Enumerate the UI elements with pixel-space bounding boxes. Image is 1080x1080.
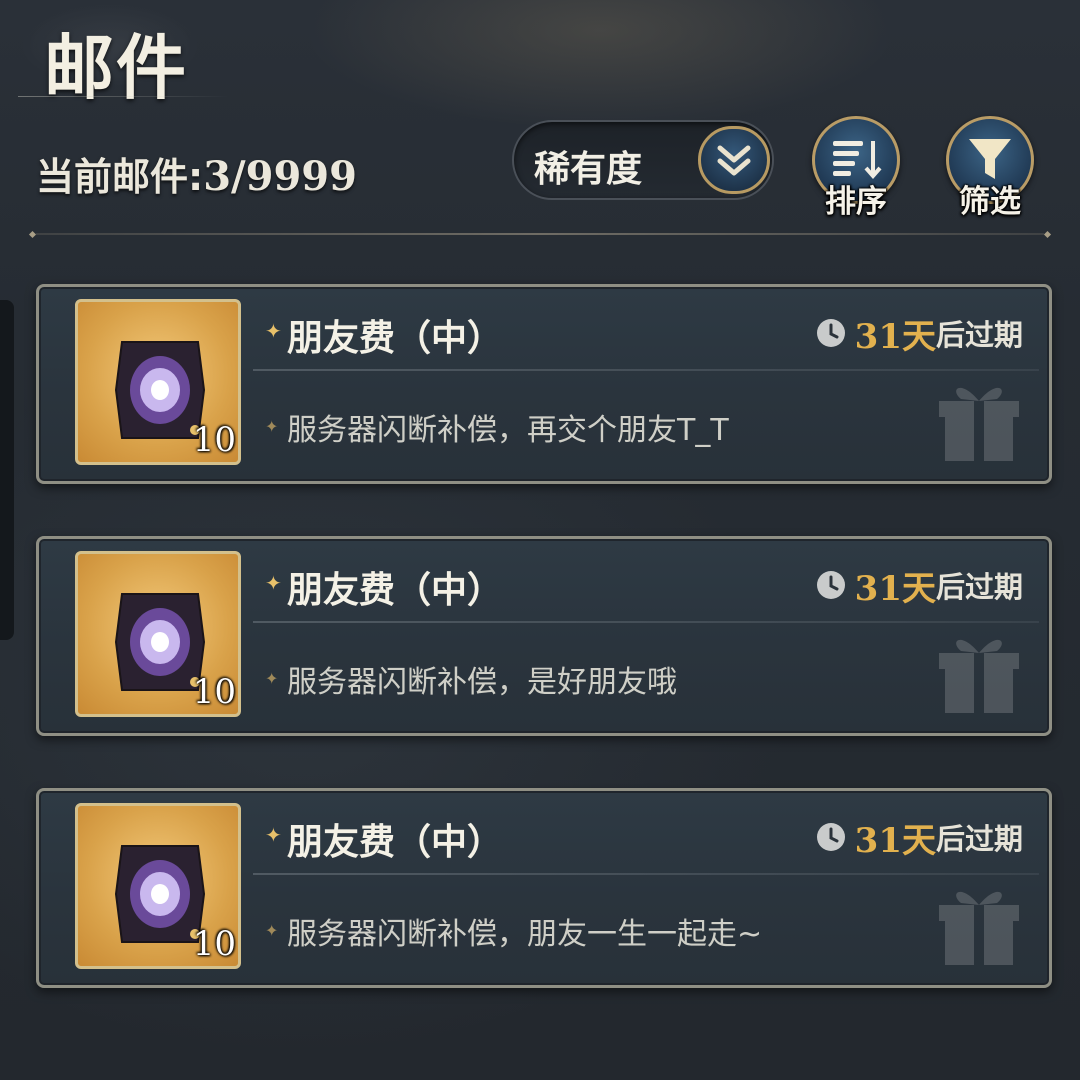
mail-item[interactable]: 10 ✦ 朋友费（中） 31天 后过期 ✦ 服务器闪断补偿，再交个朋友T_T: [36, 284, 1052, 484]
item-thumbnail: 10: [75, 803, 241, 969]
side-panel-edge: [0, 300, 14, 640]
mail-count: 当前邮件:3/9999: [36, 146, 357, 201]
expiry-info: 31天 后过期: [815, 565, 1023, 609]
filter-button-label: 筛选: [959, 184, 1021, 220]
sort-criteria-select[interactable]: 稀有度: [512, 120, 774, 200]
subject-marker-icon: ✦: [265, 319, 282, 343]
expiry-info: 31天 后过期: [815, 313, 1023, 357]
gift-icon: [939, 891, 1019, 965]
body-marker-icon: ✦: [265, 669, 279, 688]
title-underline: [18, 96, 228, 97]
mail-body: 服务器闪断补偿，是好朋友哦: [287, 665, 677, 700]
mail-item[interactable]: 10 ✦ 朋友费（中） 31天 后过期 ✦ 服务器闪断补偿，朋友一生一起走~: [36, 788, 1052, 988]
expiry-suffix: 后过期: [935, 318, 1023, 352]
sort-criteria-value: 稀有度: [534, 149, 643, 190]
expiry-days: 31天: [854, 316, 936, 357]
item-thumbnail: 10: [75, 299, 241, 465]
subject-marker-icon: ✦: [265, 823, 282, 847]
body-marker-icon: ✦: [265, 921, 279, 940]
mail-subject: 朋友费（中）: [287, 822, 504, 863]
item-thumbnail: 10: [75, 551, 241, 717]
gift-icon: [939, 387, 1019, 461]
expiry-days: 31天: [854, 820, 936, 861]
gift-icon: [939, 639, 1019, 713]
chevron-down-icon[interactable]: [698, 126, 770, 194]
mail-subject: 朋友费（中）: [287, 318, 504, 359]
subject-marker-icon: ✦: [265, 571, 282, 595]
mail-subject: 朋友费（中）: [287, 570, 504, 611]
card-divider: [253, 873, 1039, 875]
clock-icon: [816, 571, 845, 599]
expiry-suffix: 后过期: [935, 822, 1023, 856]
mail-body: 服务器闪断补偿，朋友一生一起走~: [287, 917, 763, 952]
mail-item[interactable]: 10 ✦ 朋友费（中） 31天 后过期 ✦ 服务器闪断补偿，是好朋友哦: [36, 536, 1052, 736]
clock-icon: [816, 319, 845, 347]
filter-button[interactable]: 筛选: [942, 116, 1038, 226]
item-quantity: 10: [192, 672, 236, 712]
clock-icon: [816, 823, 845, 851]
item-quantity: 10: [192, 420, 236, 460]
body-marker-icon: ✦: [265, 417, 279, 436]
page-title: 邮件: [44, 26, 188, 109]
expiry-days: 31天: [854, 568, 936, 609]
card-divider: [253, 369, 1039, 371]
expiry-suffix: 后过期: [935, 570, 1023, 604]
item-quantity: 10: [192, 924, 236, 964]
card-divider: [253, 621, 1039, 623]
expiry-info: 31天 后过期: [815, 817, 1023, 861]
mail-body: 服务器闪断补偿，再交个朋友T_T: [287, 413, 729, 448]
sort-button[interactable]: 排序: [808, 116, 904, 226]
sort-button-label: 排序: [825, 184, 887, 220]
mail-count-label: 当前邮件:: [36, 155, 204, 199]
mail-list: 10 ✦ 朋友费（中） 31天 后过期 ✦ 服务器闪断补偿，再交个朋友T_T 1…: [36, 284, 1052, 1040]
mail-count-value: 3/9999: [203, 153, 357, 200]
header-divider: [28, 230, 1052, 239]
